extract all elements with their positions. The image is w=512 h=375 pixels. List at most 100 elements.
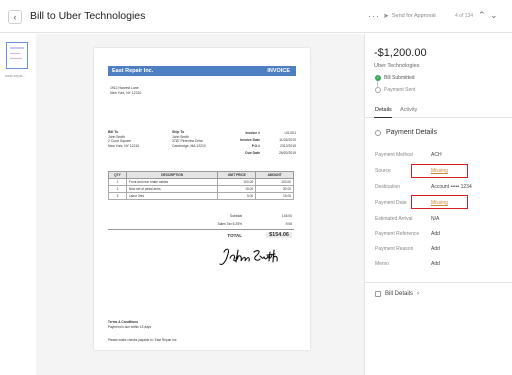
table-cell: New set of pedal arms (125, 185, 219, 193)
tax-value: 9.06 (285, 222, 292, 226)
add-payment-reference-button[interactable]: Add (431, 231, 440, 237)
status-bill-submitted: ✓ Bill Submitted (375, 75, 415, 81)
field-label: Payment Date (375, 200, 407, 206)
thumbnail-graphic (10, 47, 24, 49)
document-icon (375, 291, 381, 297)
field-label: Payment Reference (375, 231, 420, 237)
field-payment-reason: Payment Reason Add (375, 245, 505, 254)
ship-to-block: Ship To John Smith 3787 Pineview Drive C… (172, 130, 206, 148)
circle-icon (375, 129, 381, 136)
tax-row: Sales Tax 6.25% 9.06 (108, 220, 294, 228)
column-header: DESCRIPTION (125, 171, 219, 179)
status-payment-sent: Payment Sent (375, 87, 415, 93)
field-label: Payment Method (375, 152, 413, 158)
pager-count: 4 of 134 (455, 13, 474, 19)
send-icon: ➤ (383, 13, 389, 20)
table-cell: 3 (108, 192, 127, 200)
chevron-down-icon: ⌄ (490, 10, 498, 20)
table-row: 2 New set of pedal arms 15.00 30.00 (108, 185, 294, 193)
ship-to-line: Cambridge, MA 12210 (172, 143, 206, 148)
table-cell: 100.00 (255, 178, 294, 186)
ship-to-line: 3787 Pineview Drive (172, 139, 203, 143)
field-value: ACH (431, 152, 442, 158)
total-value: $154.06 (266, 232, 292, 238)
pending-circle-icon (375, 87, 381, 93)
table-cell: Front and rear brake cables (125, 178, 219, 186)
table-cell: 1 (108, 178, 127, 186)
field-label: Source (375, 168, 391, 174)
send-for-approval-button[interactable]: ➤ Send for Approval (383, 12, 436, 20)
thumbnail-graphic (10, 58, 22, 59)
meta-row: Due Date 26/02/2019 (230, 150, 296, 157)
vendor-name: Uber Technologies (374, 63, 420, 69)
table-cell: 30.00 (255, 185, 294, 193)
table-cell: 5.00 (217, 192, 257, 200)
tab-details[interactable]: Details (375, 107, 392, 113)
field-label: Memo (375, 261, 389, 267)
back-button[interactable]: ‹ (8, 10, 22, 24)
totals-block: Subtotal 145.00 Sales Tax 6.25% 9.06 TOT… (108, 212, 294, 239)
bill-amount: -$1,200.00 (374, 47, 427, 59)
table-row: 1 Front and rear brake cables 100.00 100… (108, 178, 294, 186)
field-value: Account ••••• 1234 (431, 184, 472, 190)
signature-image (219, 248, 278, 266)
highlight-box (411, 164, 468, 178)
document-thumbnail[interactable] (6, 42, 28, 69)
previous-item-button[interactable]: ⌃ (478, 10, 486, 21)
subtotal-row: Subtotal 145.00 (108, 212, 294, 220)
meta-key: Due Date (245, 150, 260, 155)
table-header-row: QTY DESCRIPTION UNIT PRICE AMOUNT (108, 171, 294, 179)
table-row: 3 Labor 3hrs 5.00 15.00 (108, 192, 294, 200)
next-item-button[interactable]: ⌄ (490, 10, 498, 21)
section-title: Payment Details (386, 129, 437, 136)
thumbnail-graphic (10, 53, 20, 54)
column-header: UNIT PRICE (217, 171, 257, 179)
thumbnail-label: east-repa... (5, 73, 26, 78)
payment-details-header[interactable]: Payment Details (375, 129, 437, 136)
column-header: QTY (108, 171, 127, 179)
field-payment-method: Payment Method ACH (375, 151, 505, 160)
invoice-header-bar: East Repair Inc. INVOICE (108, 66, 296, 76)
table-cell: Labor 3hrs (125, 192, 219, 200)
bill-details-toggle[interactable]: Bill Details › (375, 291, 419, 297)
tax-label: Sales Tax 6.25% (217, 222, 243, 226)
panel-tabs: Details Activity (365, 104, 512, 118)
highlight-box (411, 195, 468, 209)
terms-block: Terms & Conditions Payment is due within… (108, 320, 151, 329)
payment-note: Please make checks payable to: East Repa… (108, 338, 178, 342)
subtotal-value: 145.00 (281, 214, 292, 218)
active-tab-indicator (374, 116, 392, 118)
company-address: 1912 Harvest Lane New York, NY 12210 (110, 86, 141, 95)
status-label: Bill Submitted (384, 75, 415, 81)
tab-activity[interactable]: Activity (400, 107, 417, 113)
bill-to-block: Bill To John Smith 2 Court Square New Yo… (108, 130, 139, 148)
table-cell: 15.00 (217, 185, 257, 193)
total-row: TOTAL $154.06 (108, 229, 294, 239)
field-estimated-arrival: Estimated Arrival N/A (375, 215, 505, 224)
total-label: TOTAL (227, 233, 242, 238)
check-icon: ✓ (375, 75, 381, 81)
terms-text: Payment is due within 15 days (108, 324, 152, 329)
field-destination: Destination Account ••••• 1234 (375, 183, 505, 192)
chevron-up-icon: ⌃ (478, 10, 486, 20)
line-items-table: QTY DESCRIPTION UNIT PRICE AMOUNT 1 Fron… (108, 171, 294, 200)
chevron-left-icon: ‹ (13, 12, 17, 22)
bill-to-line: New York, NY 12210 (108, 143, 140, 148)
more-options-button[interactable]: ··· (368, 11, 380, 21)
field-payment-reference: Payment Reference Add (375, 230, 505, 239)
details-panel: -$1,200.00 Uber Technologies ✓ Bill Subm… (364, 34, 512, 375)
add-payment-reason-button[interactable]: Add (431, 246, 440, 252)
document-preview: East Repair Inc. INVOICE 1912 Harvest La… (36, 34, 364, 375)
subtotal-label: Subtotal (229, 214, 242, 218)
bill-details-section: Bill Details › (365, 282, 512, 297)
invoice-page: East Repair Inc. INVOICE 1912 Harvest La… (94, 48, 310, 350)
send-for-approval-label: Send for Approval (391, 13, 436, 19)
add-memo-button[interactable]: Add (431, 261, 440, 267)
invoice-word: INVOICE (267, 68, 290, 74)
column-header: AMOUNT (255, 171, 294, 179)
field-value: N/A (431, 216, 440, 222)
address-line: 1912 Harvest Lane (110, 86, 139, 90)
table-cell: 2 (108, 185, 127, 193)
address-line: New York, NY 12210 (110, 90, 142, 95)
top-bar: ‹ Bill to Uber Technologies ··· ➤ Send f… (0, 0, 512, 33)
